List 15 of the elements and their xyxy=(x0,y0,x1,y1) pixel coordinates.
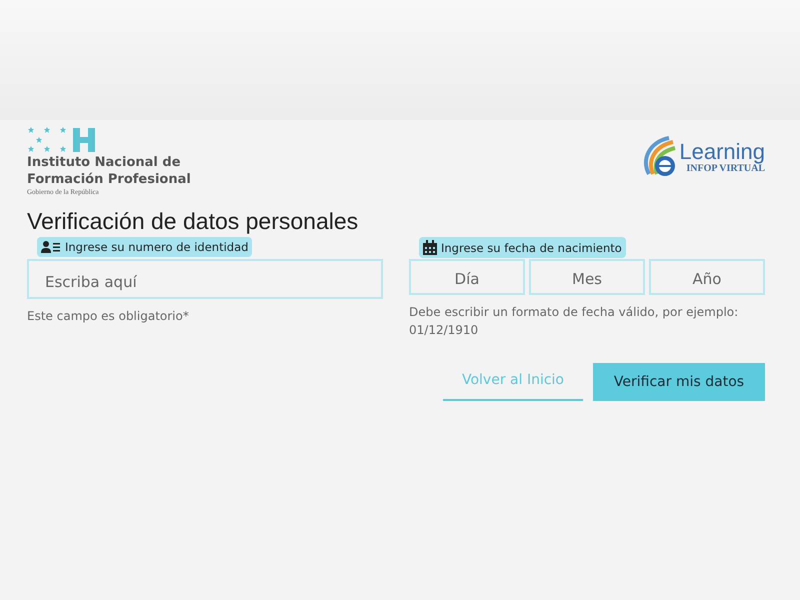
field-label-text: Ingrese su numero de identidad xyxy=(65,240,248,254)
elearning-logo-subtitle: INFOP VIRTUAL xyxy=(686,162,765,174)
required-hint: Este campo es obligatorio* xyxy=(27,308,190,325)
date-input-field[interactable]: Año xyxy=(649,259,765,295)
page-heading: Verificación de datos personales xyxy=(27,208,360,235)
verify-button[interactable]: Verificar mis datos xyxy=(593,363,765,401)
field-label-text: Ingrese su fecha de nacimiento xyxy=(441,240,622,254)
calendar-icon xyxy=(423,240,437,255)
institution-name: Instituto Nacional de Formación Profesional xyxy=(27,154,191,188)
identity-input-field[interactable]: Escriba aquí xyxy=(27,259,383,299)
date-input-field[interactable]: Mes xyxy=(529,259,645,295)
elearning-logo-text: Learning xyxy=(679,140,765,162)
date-input-field[interactable]: Día xyxy=(409,259,525,295)
date-format-hint: Debe escribir un formato de fecha válido, por ejemplo: 01/12/1910 xyxy=(409,304,740,339)
user-list-icon xyxy=(41,241,61,253)
